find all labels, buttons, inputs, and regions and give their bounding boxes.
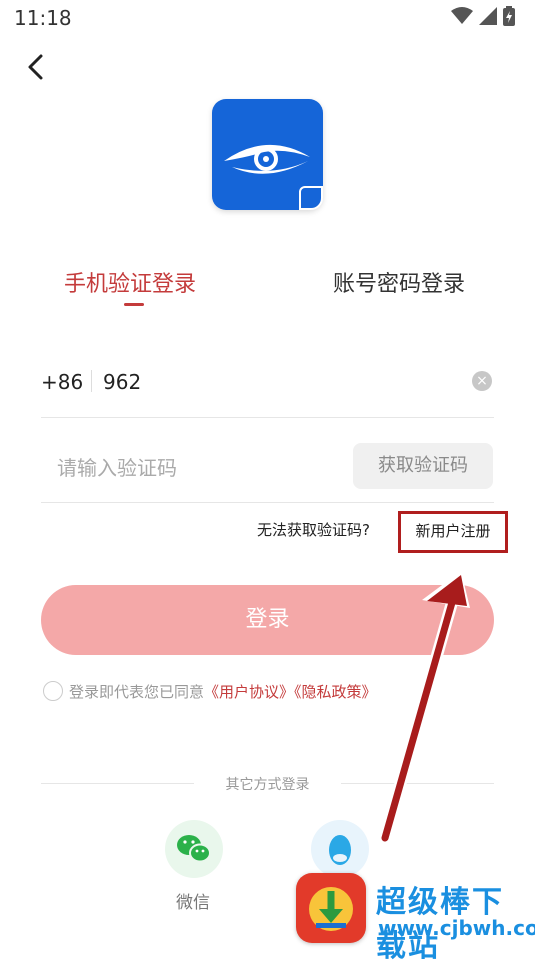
status-icons: [451, 6, 515, 26]
register-link[interactable]: 新用户注册: [398, 511, 508, 553]
user-agreement-link[interactable]: 《用户协议》: [204, 683, 294, 701]
wifi-icon: [451, 7, 473, 24]
download-logo-icon: [309, 887, 353, 931]
signal-icon: [479, 7, 497, 25]
privacy-policy-link[interactable]: 《隐私政策》: [294, 683, 377, 701]
country-code[interactable]: +86: [41, 370, 83, 394]
tab-phone-login[interactable]: 手机验证登录: [64, 266, 196, 298]
active-tab-indicator: [124, 303, 144, 306]
logo-badge-icon: [299, 186, 323, 210]
verification-code-input[interactable]: [55, 452, 339, 484]
wechat-label: 微信: [176, 893, 210, 913]
status-time: 11:18: [14, 6, 72, 30]
wechat-login-button[interactable]: [165, 820, 223, 878]
cannot-get-code-link[interactable]: 无法获取验证码?: [257, 519, 370, 540]
agree-checkbox[interactable]: [43, 681, 63, 701]
qq-icon: [329, 835, 351, 865]
divider: [41, 417, 494, 418]
get-code-button[interactable]: 获取验证码: [353, 443, 493, 489]
country-code-divider: [91, 370, 92, 392]
chevron-left-icon: [28, 54, 43, 80]
app-logo: [212, 99, 323, 210]
agreement-prefix: 登录即代表您已同意: [69, 683, 205, 701]
login-button[interactable]: 登录: [41, 585, 494, 655]
agreement-text: 登录即代表您已同意《用户协议》《隐私政策》: [69, 681, 377, 702]
watermark-url: www.cjbwh.com: [378, 916, 535, 940]
phone-input[interactable]: 962: [103, 370, 141, 394]
clear-icon[interactable]: ×: [472, 371, 492, 391]
watermark-logo: [296, 873, 366, 943]
qq-login-button[interactable]: [311, 820, 369, 878]
battery-icon: [503, 6, 515, 26]
divider: [341, 783, 494, 784]
divider: [41, 502, 494, 503]
back-button[interactable]: [22, 52, 52, 82]
wechat-icon: [177, 835, 211, 863]
other-login-label: 其它方式登录: [225, 777, 310, 793]
tab-password-login[interactable]: 账号密码登录: [333, 266, 465, 298]
